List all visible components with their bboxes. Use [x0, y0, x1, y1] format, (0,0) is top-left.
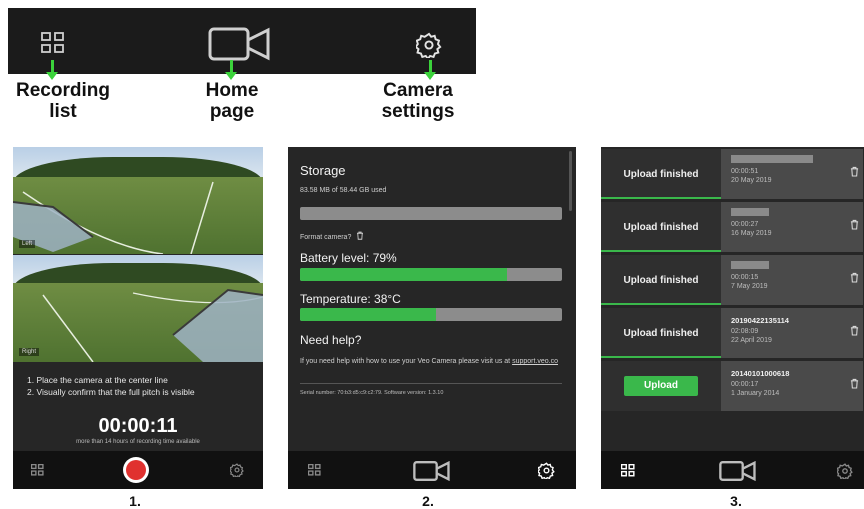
- gear-icon[interactable]: [230, 463, 244, 477]
- recording-name: 20140101000618: [731, 369, 790, 378]
- bottom-nav: [13, 451, 263, 489]
- recording-date: 20 May 2019: [731, 177, 772, 184]
- recording-duration: 00:00:15: [731, 274, 759, 281]
- video-camera-icon[interactable]: [719, 461, 757, 481]
- record-button[interactable]: [123, 457, 149, 483]
- recording-row[interactable]: Upload finished 00:00:15 7 May 2019: [601, 255, 863, 305]
- upload-button[interactable]: Upload: [624, 376, 698, 396]
- recording-meta: 00:00:27 16 May 2019: [731, 220, 771, 238]
- help-text-block: If you need help with how to use your Ve…: [300, 357, 562, 367]
- recording-date: 1 January 2014: [731, 390, 780, 397]
- temperature-label: Temperature: 38°C: [300, 292, 401, 306]
- recording-duration: 00:00:51: [731, 168, 759, 175]
- help-title: Need help?: [300, 333, 362, 347]
- recording-name: 20190422135114: [731, 316, 789, 325]
- grid-icon[interactable]: [41, 32, 65, 54]
- recording-row[interactable]: Upload finished 20190422135114 02:08:09 …: [601, 308, 863, 358]
- recording-name-redacted: [731, 261, 769, 269]
- upload-status: Upload finished: [623, 328, 699, 339]
- recording-row[interactable]: Upload finished 00:00:51 20 May 2019: [601, 149, 863, 199]
- recording-duration: 00:00:27: [731, 221, 759, 228]
- storage-used: 83.58 MB of 58.44 GB used: [300, 187, 387, 194]
- format-camera-label: Format camera?: [300, 234, 352, 241]
- trash-icon[interactable]: [850, 219, 859, 230]
- video-camera-icon[interactable]: [413, 461, 451, 481]
- upload-status: Upload finished: [623, 275, 699, 286]
- arrow-home-page: [225, 60, 237, 80]
- legend-camera-settings: Camera settings: [381, 80, 455, 122]
- grid-icon[interactable]: [621, 464, 635, 477]
- battery-label: Battery level: 79%: [300, 251, 397, 265]
- recording-date: 7 May 2019: [731, 283, 768, 290]
- trash-icon[interactable]: [850, 166, 859, 177]
- support-link[interactable]: support.veo.co: [512, 358, 558, 365]
- scrollbar[interactable]: [569, 151, 572, 211]
- recording-date: 16 May 2019: [731, 230, 772, 237]
- time-available-text: more than 14 hours of recording time ava…: [76, 439, 200, 445]
- battery-bar: [300, 268, 562, 281]
- arrow-camera-settings: [424, 60, 436, 80]
- trash-icon[interactable]: [850, 325, 859, 336]
- recording-row[interactable]: Upload finished 00:00:27 16 May 2019: [601, 202, 863, 252]
- help-text: If you need help with how to use your Ve…: [300, 358, 511, 365]
- storage-title: Storage: [300, 163, 346, 178]
- camera-left-tag: Left: [19, 240, 36, 248]
- gear-icon[interactable]: [538, 462, 555, 479]
- upload-status: Upload finished: [623, 222, 699, 233]
- trash-icon[interactable]: [850, 378, 859, 389]
- storage-bar: [300, 207, 562, 220]
- recording-meta: 00:00:15 7 May 2019: [731, 273, 768, 291]
- bottom-nav: [601, 451, 864, 489]
- recording-name-redacted: [731, 208, 769, 216]
- serial-number: Serial number: 70:b3:d5:c9:c2:79. Softwa…: [300, 390, 444, 396]
- legend-home-page: Home page: [205, 80, 259, 122]
- navigation-bar-legend: [8, 8, 476, 74]
- screen-home: Left Right 1. Place the camera at the ce…: [13, 147, 263, 489]
- recording-row[interactable]: Upload 20140101000618 00:00:17 1 January…: [601, 361, 863, 411]
- recording-name-redacted: [731, 155, 813, 163]
- divider: [300, 383, 562, 384]
- screen-camera-settings: Storage 83.58 MB of 58.44 GB used Format…: [288, 147, 576, 489]
- camera-view-left: Left: [13, 147, 263, 254]
- grid-icon[interactable]: [308, 464, 321, 476]
- upload-status: Upload finished: [623, 169, 699, 180]
- recording-meta: 00:00:51 20 May 2019: [731, 167, 771, 185]
- trash-icon[interactable]: [356, 231, 364, 240]
- grid-icon[interactable]: [31, 464, 44, 476]
- video-camera-icon[interactable]: [208, 27, 272, 61]
- screen-recording-list: Upload finished 00:00:51 20 May 2019 Upl…: [601, 147, 864, 489]
- recording-timer: 00:00:11: [98, 415, 178, 437]
- recording-duration: 02:08:09: [731, 328, 759, 335]
- trash-icon[interactable]: [850, 272, 859, 283]
- gear-icon[interactable]: [416, 32, 442, 58]
- recording-meta: 02:08:09 22 April 2019: [731, 327, 772, 345]
- legend-recording-list: Recording list: [16, 80, 110, 122]
- instruction-1: 1. Place the camera at the center line: [27, 375, 168, 385]
- camera-right-tag: Right: [19, 348, 40, 356]
- recording-duration: 00:00:17: [731, 381, 759, 388]
- format-camera-row[interactable]: Format camera?: [300, 231, 364, 241]
- camera-view-right: Right: [13, 255, 263, 362]
- gear-icon[interactable]: [837, 463, 853, 479]
- recording-date: 22 April 2019: [731, 337, 772, 344]
- instruction-2: 2. Visually confirm that the full pitch …: [27, 387, 195, 397]
- bottom-nav: [288, 451, 576, 489]
- recording-meta: 00:00:17 1 January 2014: [731, 380, 779, 398]
- arrow-recording-list: [46, 60, 58, 80]
- temperature-bar: [300, 308, 562, 321]
